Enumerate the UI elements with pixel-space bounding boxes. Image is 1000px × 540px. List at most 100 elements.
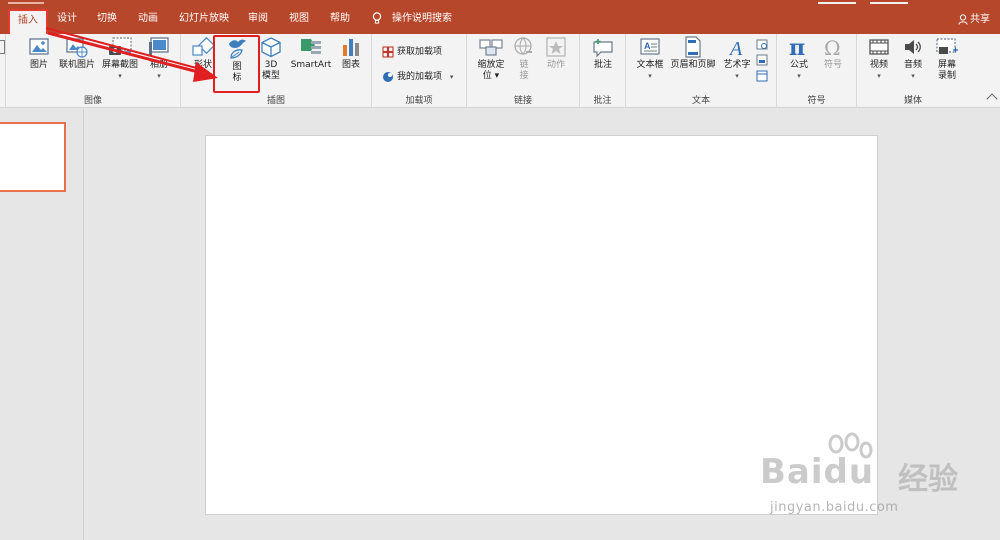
slide-thumbnail[interactable]: [0, 122, 66, 192]
photo-album-icon: [149, 37, 169, 55]
video-button[interactable]: 视频 ▾: [865, 36, 893, 82]
smartart-icon: [301, 39, 321, 54]
smartart-button[interactable]: SmartArt: [287, 36, 335, 71]
group-label-addins: 加载项: [405, 96, 433, 106]
tab-view[interactable]: 视图: [289, 9, 309, 29]
highlight-box: [213, 35, 260, 93]
ribbon-tab-bar: 插入 设计 切换 动画 幻灯片放映 审阅 视图 帮助 操作说明搜索 共享: [0, 0, 1000, 34]
zoom-label-line1: 缩放定: [477, 60, 505, 70]
tell-me-label: 操作说明搜索: [392, 13, 452, 24]
text-small-buttons: [756, 38, 768, 82]
screenshot-icon: [109, 37, 132, 55]
screen-record-icon: [936, 38, 958, 54]
share-label: 共享: [970, 14, 990, 25]
zoom-label-line2: 位 ▾: [482, 71, 500, 81]
lightbulb-icon: [372, 12, 382, 24]
get-addins-button[interactable]: 获取加载项: [382, 44, 442, 58]
tell-me-search[interactable]: 操作说明搜索: [372, 9, 452, 29]
person-icon: [958, 13, 968, 25]
symbol-button[interactable]: Ω 符号: [819, 36, 847, 71]
window-control[interactable]: [870, 2, 908, 4]
audio-button[interactable]: 音频 ▾: [899, 36, 927, 82]
equation-button[interactable]: π 公式 ▾: [785, 36, 813, 82]
ribbon-group-addins: 获取加载项 我的加载项 ▾ 加载项: [372, 34, 467, 108]
ribbon-group-comments: 批注 批注: [580, 34, 626, 108]
svg-text:Ω: Ω: [824, 36, 841, 58]
chevron-down-icon: ▾: [157, 72, 161, 80]
action-label: 动作: [546, 60, 565, 70]
header-footer-button[interactable]: 页眉和页脚: [668, 36, 718, 71]
cube-icon: [261, 37, 281, 58]
link-label-line1: 链: [519, 60, 529, 70]
group-label-links: 链接: [513, 96, 532, 106]
shapes-icon: [192, 36, 215, 56]
group-label-text: 文本: [691, 96, 710, 106]
group-label-illustrations: 插图: [266, 96, 285, 106]
picture-button[interactable]: 图片: [24, 36, 54, 71]
chart-button[interactable]: 图表: [337, 36, 365, 71]
picture-icon: [29, 38, 49, 55]
tab-help[interactable]: 帮助: [330, 9, 350, 29]
quick-access-toolbar: [8, 2, 44, 4]
tab-review[interactable]: 审阅: [248, 9, 268, 29]
share-button[interactable]: 共享: [958, 10, 990, 25]
action-button[interactable]: 动作: [541, 36, 571, 71]
bar-chart-icon: [343, 39, 359, 56]
ribbon-group-text: A 文本框 ▾ 页眉和页脚 A 艺术字 ▾ 文本: [626, 34, 777, 108]
addins-icon: [383, 71, 393, 82]
window-control[interactable]: [818, 2, 856, 4]
wordart-button[interactable]: A 艺术字 ▾: [720, 36, 754, 82]
comment-label: 批注: [593, 60, 612, 70]
date-time-icon[interactable]: [756, 38, 768, 50]
store-icon: [382, 45, 394, 58]
comment-button[interactable]: 批注: [588, 36, 618, 71]
zoom-button[interactable]: 缩放定 位 ▾: [473, 36, 509, 82]
textbox-button[interactable]: A 文本框 ▾: [632, 36, 668, 82]
globe-link-icon: [514, 37, 532, 55]
tab-design[interactable]: 设计: [57, 9, 77, 29]
wordart-label: 艺术字: [723, 60, 751, 70]
video-label: 视频: [869, 60, 888, 70]
shapes-label: 形状: [193, 60, 212, 70]
film-icon: [869, 39, 889, 55]
group-label-image: 图像: [83, 96, 102, 106]
chevron-down-icon: ▾: [911, 72, 915, 80]
smartart-label: SmartArt: [290, 60, 332, 70]
link-button[interactable]: 链 接: [511, 36, 537, 82]
tab-transitions[interactable]: 切换: [97, 9, 117, 29]
chevron-down-icon: ▾: [118, 72, 122, 80]
chevron-down-icon: ▾: [797, 72, 801, 80]
svg-text:A: A: [644, 41, 651, 51]
header-footer-label: 页眉和页脚: [670, 60, 716, 70]
audio-label: 音频: [903, 60, 922, 70]
online-picture-icon: [66, 38, 88, 58]
photo-album-button[interactable]: 相册 ▾: [144, 36, 174, 82]
watermark-url: jingyan.baidu.com: [770, 500, 899, 515]
3d-models-label-line2: 模型: [261, 71, 280, 81]
baidu-watermark: Baidu 经验 jingyan.baidu.com: [748, 432, 998, 540]
3d-models-button[interactable]: 3D 模型: [257, 36, 285, 82]
online-picture-button[interactable]: 联机图片: [57, 36, 97, 71]
zoom-slides-icon: [479, 39, 503, 56]
tab-insert[interactable]: 插入: [8, 9, 48, 34]
symbol-label: 符号: [823, 60, 842, 70]
object-icon[interactable]: [756, 70, 768, 82]
svg-text:A: A: [728, 38, 743, 58]
tab-slideshow[interactable]: 幻灯片放映: [179, 9, 229, 29]
screen-recording-button[interactable]: 屏幕 录制: [933, 36, 961, 82]
slide-number-icon[interactable]: [756, 54, 768, 66]
pi-icon: π: [789, 36, 805, 58]
tab-animations[interactable]: 动画: [138, 9, 158, 29]
ribbon: 图片 联机图片 屏幕截图 ▾ 相册 ▾ 图像 形状 ▾ 图 标 3D 模型 Sm…: [0, 34, 1000, 108]
chevron-down-icon: ▾: [449, 73, 454, 81]
screenshot-button[interactable]: 屏幕截图 ▾: [99, 36, 141, 82]
ribbon-group-illustrations: 形状 ▾ 图 标 3D 模型 SmartArt 图表 插图: [181, 34, 372, 108]
chart-label: 图表: [341, 60, 360, 70]
equation-label: 公式: [789, 60, 808, 70]
speaker-icon: [905, 40, 921, 54]
group-label-comments: 批注: [593, 96, 612, 106]
watermark-brand: Baidu: [760, 452, 875, 492]
ribbon-group-symbols: π 公式 ▾ Ω 符号 符号: [777, 34, 857, 108]
my-addins-button[interactable]: 我的加载项 ▾: [382, 69, 453, 83]
collapse-ribbon-icon[interactable]: [986, 93, 998, 105]
